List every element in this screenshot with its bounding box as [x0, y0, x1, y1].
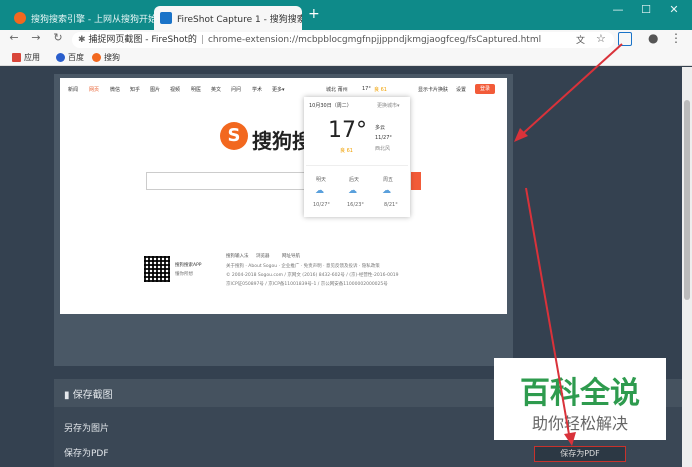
weather-date: 10月30日（周二）	[309, 103, 352, 109]
bookmark-baidu[interactable]: 百度	[56, 52, 84, 63]
capture-nav-item: 英文	[211, 87, 222, 93]
file-icon: ▮	[64, 390, 73, 401]
baidu-icon	[56, 53, 65, 62]
weather-temp: 17°	[328, 118, 367, 143]
bookmark-label: 应用	[24, 53, 40, 62]
bookmark-sogou[interactable]: 搜狗	[92, 52, 120, 63]
forecast-range: 10/27°	[313, 202, 330, 208]
weather-condition: 多云	[375, 125, 386, 131]
sogou-icon	[92, 53, 101, 62]
forecast-range: 8/21°	[384, 202, 398, 208]
qr-code	[144, 256, 170, 282]
close-window-button[interactable]: ✕	[662, 3, 686, 16]
screen: 搜狗搜索引擎 - 上网从搜狗开始 ✕ FireShot Capture 1 - …	[0, 0, 692, 467]
capture-location: 城北 莆州	[326, 87, 348, 93]
weather-range: 11/27°	[375, 135, 392, 141]
tab-fireshot[interactable]: FireShot Capture 1 - 搜狗搜索 ✕	[154, 6, 302, 30]
puzzle-icon: ✱	[78, 35, 89, 45]
capture-link: 设置	[456, 87, 467, 93]
capture-nav-item: 网页	[89, 87, 100, 93]
capture-temp: 17°	[362, 86, 371, 92]
address-bar[interactable]: ✱ 捕捉网页截图 - FireShot的 | chrome-extension://…	[72, 32, 614, 48]
back-button[interactable]: ←	[6, 31, 22, 44]
site-label: 捕捉网页截图 - FireShot的	[88, 35, 197, 45]
url-text: chrome-extension://mcbpblocgmgfnpjjppndj…	[207, 35, 542, 45]
footer-line: 关于搜狗 · About Sogou · 企业推广 · 免责声明 · 意见反馈及…	[226, 264, 380, 269]
bookmark-label: 搜狗	[104, 53, 120, 62]
capture-nav-item: 微信	[110, 87, 121, 93]
translate-icon[interactable]: 文	[576, 33, 585, 46]
save-as-pdf-option[interactable]: 保存为PDF	[64, 446, 109, 459]
sogou-logo-text: 搜狗搜	[252, 129, 312, 153]
maximize-button[interactable]: ☐	[634, 3, 658, 16]
watermark-title: 百科全说	[520, 376, 640, 411]
save-panel-title: ▮ 保存截图	[64, 386, 113, 401]
sogou-icon	[14, 12, 26, 24]
new-tab-button[interactable]: +	[308, 6, 320, 22]
weather-popup	[304, 97, 410, 217]
forecast-range: 16/23°	[347, 202, 364, 208]
menu-icon[interactable]: ⋮	[670, 31, 682, 45]
footer-line: 京ICP证050897号 / 京ICP备11001839号-1 / 京公网安备1…	[226, 282, 388, 287]
capture-aqi: 良 61	[374, 87, 387, 93]
bookmark-label: 百度	[68, 53, 84, 62]
capture-search-button	[411, 172, 421, 190]
capture-nav-item: 学术	[252, 87, 263, 93]
star-icon[interactable]: ☆	[596, 32, 606, 45]
capture-nav-item: 问问	[231, 87, 242, 93]
capture-search-box	[146, 172, 306, 190]
fireshot-icon	[160, 12, 172, 24]
save-as-pdf-button[interactable]: 保存为PDF	[534, 446, 626, 462]
cloud-icon: ☁	[315, 186, 324, 196]
app-promo-sub: 懂你所想	[175, 272, 193, 277]
sogou-logo-icon: S	[220, 122, 248, 150]
capture-nav-item: 知乎	[130, 87, 141, 93]
save-title-text: 保存截图	[72, 390, 113, 401]
forecast-day: 周五	[383, 177, 394, 183]
scrollbar-thumb[interactable]	[684, 100, 690, 300]
watermark-subtitle: 助你轻松解决	[531, 414, 628, 433]
separator: |	[200, 35, 204, 45]
reload-button[interactable]: ↻	[50, 31, 66, 44]
capture-nav-item: 更多▾	[272, 87, 285, 93]
forecast-day: 后天	[349, 177, 360, 183]
tab-title: 搜狗搜索引擎 - 上网从搜狗开始	[31, 14, 154, 25]
captured-screenshot	[60, 78, 507, 314]
forward-button[interactable]: →	[28, 31, 44, 44]
capture-nav-item: 新闻	[68, 87, 79, 93]
cloud-icon: ☁	[348, 186, 357, 196]
forecast-day: 明天	[316, 177, 327, 183]
footer-line: © 2004-2018 Sogou.com / 京网文 (2016) 8432-…	[226, 273, 399, 278]
apps-icon	[12, 53, 21, 62]
app-promo-title: 搜狗搜索APP	[175, 263, 202, 268]
tab-sogou[interactable]: 搜狗搜索引擎 - 上网从搜狗开始 ✕	[8, 6, 154, 30]
capture-link: 换肤	[438, 87, 449, 93]
bookmark-apps[interactable]: 应用	[12, 52, 40, 63]
save-as-image-option[interactable]: 另存为图片	[64, 421, 109, 434]
weather-switch-city: 更换城市▾	[377, 103, 400, 109]
capture-link: 显示卡片	[418, 87, 439, 93]
tab-title: FireShot Capture 1 - 搜狗搜索	[177, 14, 302, 25]
capture-nav-item: 视频	[170, 87, 181, 93]
footer-link: 网址导航	[282, 254, 300, 259]
fireshot-extension-icon[interactable]	[618, 32, 632, 46]
footer-link: 搜狗输入法	[226, 254, 249, 259]
cloud-icon: ☁	[382, 186, 391, 196]
minimize-button[interactable]: —	[606, 3, 630, 16]
capture-nav-item: 图片	[150, 87, 161, 93]
account-icon[interactable]: ●	[648, 31, 658, 45]
footer-link: 浏览器	[256, 254, 270, 259]
weather-divider	[306, 165, 408, 166]
capture-nav-item: 明医	[191, 87, 202, 93]
capture-login-button: 登录	[475, 84, 495, 94]
weather-wind: 西北风	[375, 146, 391, 152]
weather-aqi: 良 61	[340, 148, 353, 154]
